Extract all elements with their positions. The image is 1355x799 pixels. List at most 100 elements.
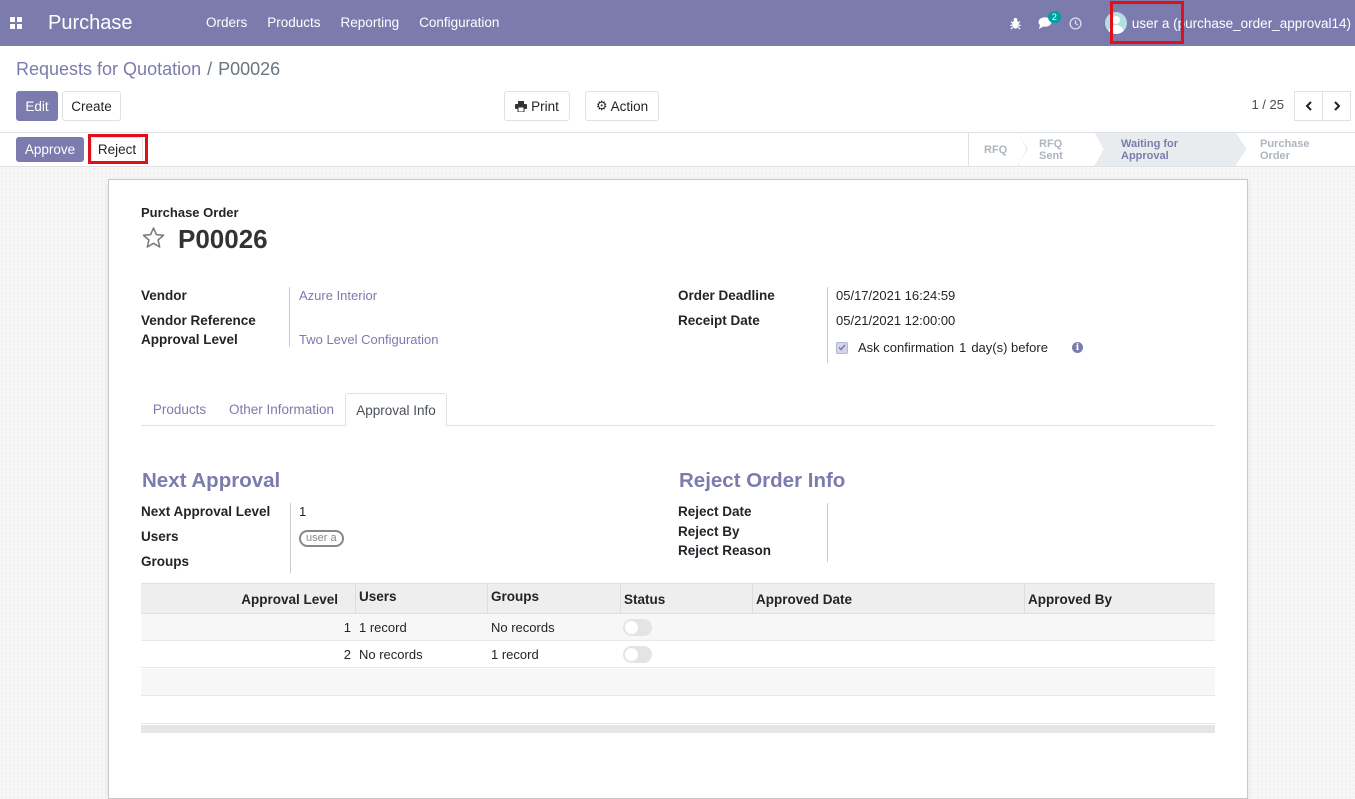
print-icon: [515, 100, 528, 112]
user-menu[interactable]: user a (purchase_order_approval14): [1099, 0, 1355, 46]
record-name: P00026: [178, 224, 268, 254]
tab-other-information[interactable]: Other Information: [219, 393, 344, 426]
pager-value[interactable]: 1 / 25: [1251, 97, 1284, 112]
reject-date-label: Reject Date: [678, 504, 752, 519]
systray: 2 user a (purchase_order_approval14): [1001, 0, 1355, 46]
breadcrumb-separator: /: [207, 59, 213, 79]
column-approval-level[interactable]: Approval Level: [141, 584, 338, 614]
column-status[interactable]: Status: [624, 584, 665, 614]
apps-grid-icon[interactable]: [0, 0, 32, 46]
column-approved-date[interactable]: Approved Date: [756, 584, 852, 614]
print-button[interactable]: Print: [504, 91, 570, 121]
table-row-empty: [141, 669, 1215, 696]
vendor-reference-label: Vendor Reference: [141, 313, 256, 328]
print-label: Print: [531, 98, 559, 114]
pager-next-button[interactable]: [1322, 91, 1351, 121]
groups-label: Groups: [141, 554, 190, 569]
status-step-label: RFQ Sent: [1039, 137, 1063, 162]
cell-status: [623, 614, 652, 641]
vendor-field[interactable]: Azure Interior: [299, 288, 377, 303]
notebook-tabs: Products Other Information Approval Info: [141, 393, 1215, 427]
approval-level-field[interactable]: Two Level Configuration: [299, 332, 438, 347]
status-toggle[interactable]: [623, 619, 652, 636]
status-step-label: Waiting for Approval: [1121, 137, 1179, 162]
gear-icon: ⚙: [595, 98, 608, 113]
ask-confirmation-checkbox[interactable]: [836, 341, 848, 354]
chat-icon[interactable]: 2: [1031, 0, 1061, 46]
statusbar: Approve Reject RFQ RFQ Sent Waiting for …: [0, 133, 1355, 167]
chevron-left-icon: [1305, 101, 1312, 111]
chevron-right-icon: [1333, 101, 1340, 111]
status-step-purchase-order[interactable]: Purchase Order: [1236, 133, 1355, 166]
cell-approval-level: 1: [343, 620, 351, 635]
status-step-waiting-for-approval: Waiting for Approval: [1095, 133, 1246, 166]
edit-button[interactable]: Edit: [16, 91, 58, 121]
user-name: user a (purchase_order_approval14): [1131, 15, 1351, 31]
star-icon[interactable]: [141, 226, 166, 253]
status-steps: RFQ RFQ Sent Waiting for Approval Purcha…: [968, 133, 1355, 166]
info-icon[interactable]: i: [1071, 342, 1083, 353]
order-deadline-field[interactable]: 05/17/2021 16:24:59: [836, 288, 955, 303]
menu-item-orders[interactable]: Orders: [196, 0, 257, 46]
table-row[interactable]: 1 1 record No records: [141, 614, 1215, 641]
reject-order-info-title: Reject Order Info: [679, 469, 846, 492]
table-row-empty: [141, 697, 1215, 724]
breadcrumb-current: P00026: [218, 59, 281, 79]
receipt-date-field[interactable]: 05/21/2021 12:00:00: [836, 313, 955, 328]
reject-reason-label: Reject Reason: [678, 543, 772, 558]
column-groups[interactable]: Groups: [491, 584, 539, 608]
status-step-rfq-sent[interactable]: RFQ Sent: [1018, 133, 1105, 166]
cell-users: No records: [359, 647, 423, 662]
form-type-label: Purchase Order: [141, 205, 239, 220]
cell-groups: 1 record: [491, 647, 539, 662]
column-approved-by[interactable]: Approved By: [1028, 584, 1112, 614]
table-footer: [141, 725, 1215, 733]
users-tags: user a: [299, 529, 344, 547]
table-row[interactable]: 2 No records 1 record: [141, 641, 1215, 668]
pager-previous-button[interactable]: [1294, 91, 1323, 121]
main-menu: Orders Products Reporting Configuration: [196, 0, 509, 46]
next-approval-level-label: Next Approval Level: [141, 504, 271, 519]
app-name[interactable]: Purchase: [48, 12, 182, 35]
cell-users: 1 record: [359, 620, 407, 635]
next-approval-level-field: 1: [299, 504, 307, 519]
status-step-label: Purchase Order: [1260, 137, 1310, 162]
reject-by-label: Reject By: [678, 524, 740, 539]
receipt-date-label: Receipt Date: [678, 313, 760, 328]
status-step-label: RFQ: [984, 143, 1008, 156]
next-approval-title: Next Approval: [142, 469, 281, 492]
approval-table-header: Approval Level Users Groups Status Appro…: [141, 583, 1215, 614]
bug-icon[interactable]: [1001, 0, 1031, 46]
column-users[interactable]: Users: [359, 584, 397, 608]
ask-confirmation-suffix: day(s) before: [971, 340, 1048, 355]
form-sheet: Purchase Order P00026 Vendor Vendor Refe…: [108, 179, 1248, 799]
status-step-rfq[interactable]: RFQ: [968, 133, 1028, 166]
create-button[interactable]: Create: [62, 91, 121, 121]
ask-confirmation-label: Ask confirmation: [858, 340, 955, 355]
chat-badge: 2: [1047, 11, 1061, 23]
breadcrumb: Requests for Quotation / P00026: [16, 59, 280, 80]
user-tag[interactable]: user a: [299, 530, 344, 547]
menu-item-configuration[interactable]: Configuration: [409, 0, 509, 46]
cell-groups: No records: [491, 620, 555, 635]
reject-button[interactable]: Reject: [91, 137, 143, 162]
approve-button[interactable]: Approve: [16, 137, 84, 162]
action-label: Action: [610, 98, 649, 114]
cell-approval-level: 2: [343, 647, 351, 662]
breadcrumb-parent[interactable]: Requests for Quotation: [16, 59, 201, 80]
users-label: Users: [141, 529, 179, 544]
ask-confirmation-row: Ask confirmation 1 day(s) before i: [836, 340, 1083, 355]
approval-level-label: Approval Level: [141, 332, 238, 347]
menu-item-reporting[interactable]: Reporting: [331, 0, 410, 46]
control-panel: Requests for Quotation / P00026 Edit Cre…: [0, 46, 1355, 133]
top-navbar: Purchase Orders Products Reporting Confi…: [0, 0, 1355, 46]
cell-status: [623, 641, 652, 668]
ask-confirmation-days[interactable]: 1: [959, 340, 966, 355]
clock-icon[interactable]: [1061, 0, 1091, 46]
action-button[interactable]: ⚙ Action: [585, 91, 659, 121]
menu-item-products[interactable]: Products: [257, 0, 330, 46]
tab-products[interactable]: Products: [141, 393, 218, 426]
status-toggle[interactable]: [623, 646, 652, 663]
tab-approval-info[interactable]: Approval Info: [345, 393, 447, 427]
avatar: [1104, 12, 1127, 34]
